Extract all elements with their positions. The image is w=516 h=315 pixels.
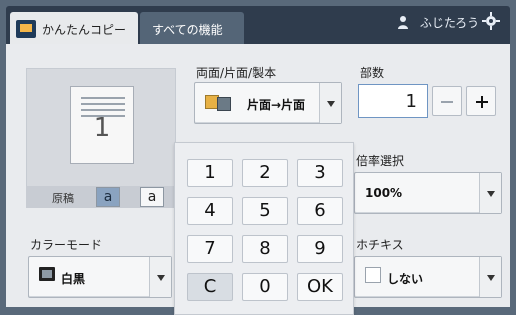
key-clear[interactable]: C — [187, 273, 233, 301]
black-white-icon — [39, 267, 55, 281]
duplex-mode-icon — [205, 93, 239, 111]
key-2[interactable]: 2 — [242, 159, 288, 187]
original-size-row: 原稿 a a — [26, 186, 176, 208]
key-8[interactable]: 8 — [242, 235, 288, 263]
tab-all-functions[interactable]: すべての機能 — [140, 12, 244, 46]
key-9[interactable]: 9 — [297, 235, 343, 263]
chevron-down-icon — [319, 83, 341, 123]
original-size-a-selected[interactable]: a — [96, 187, 120, 207]
original-size-a[interactable]: a — [140, 187, 164, 207]
staple-icon — [365, 267, 381, 283]
chevron-down-icon — [479, 257, 501, 297]
ratio-value: 100% — [365, 186, 403, 200]
key-7[interactable]: 7 — [187, 235, 233, 263]
staple-value: しない — [387, 272, 424, 286]
chevron-down-icon — [479, 173, 501, 213]
gear-icon-svg — [482, 12, 500, 30]
tab-easy-copy-label: かんたんコピー — [42, 23, 127, 37]
key-4[interactable]: 4 — [187, 197, 233, 225]
page-number: 1 — [93, 113, 111, 143]
color-mode-label: カラーモード — [30, 238, 103, 252]
color-mode-value: 白黒 — [61, 272, 86, 286]
tab-easy-copy[interactable]: かんたんコピー — [10, 12, 138, 46]
copies-plus-button[interactable] — [466, 86, 496, 116]
original-page-thumbnail: 1 — [70, 86, 134, 164]
key-5[interactable]: 5 — [242, 197, 288, 225]
staple-label: ホチキス — [356, 238, 404, 252]
gear-icon[interactable] — [482, 12, 500, 30]
color-mode-dropdown[interactable]: 白黒 — [28, 256, 172, 298]
key-1[interactable]: 1 — [187, 159, 233, 187]
duplex-label: 両面/片面/製本 — [196, 66, 277, 80]
tab-all-functions-label: すべての機能 — [152, 23, 223, 37]
user-area[interactable]: ふじたろう — [396, 14, 479, 31]
ratio-label: 倍率選択 — [356, 154, 405, 168]
copy-screen: かんたんコピー すべての機能 ふじたろう 1 原稿 a a 両面/片面/製本 片… — [0, 0, 516, 315]
ratio-dropdown[interactable]: 100% — [354, 172, 502, 214]
user-icon-svg — [398, 16, 408, 29]
duplex-value: 片面→片面 — [247, 98, 306, 112]
copies-minus-button[interactable] — [432, 86, 462, 116]
duplex-dropdown[interactable]: 片面→片面 — [194, 82, 342, 124]
page-lines — [81, 97, 125, 99]
numeric-keypad: 1 2 3 4 5 6 7 8 9 C 0 OK — [174, 142, 354, 315]
original-label: 原稿 — [52, 192, 74, 205]
copies-value: 1 — [405, 91, 417, 112]
copies-label: 部数 — [360, 66, 385, 80]
staple-dropdown[interactable]: しない — [354, 256, 502, 298]
key-ok[interactable]: OK — [297, 273, 343, 301]
copies-input[interactable]: 1 — [358, 84, 428, 118]
key-0[interactable]: 0 — [242, 273, 288, 301]
key-3[interactable]: 3 — [297, 159, 343, 187]
user-icon — [396, 15, 410, 29]
key-6[interactable]: 6 — [297, 197, 343, 225]
chevron-down-icon — [149, 257, 171, 297]
copy-icon — [16, 20, 36, 38]
user-name: ふじたろう — [419, 16, 480, 30]
